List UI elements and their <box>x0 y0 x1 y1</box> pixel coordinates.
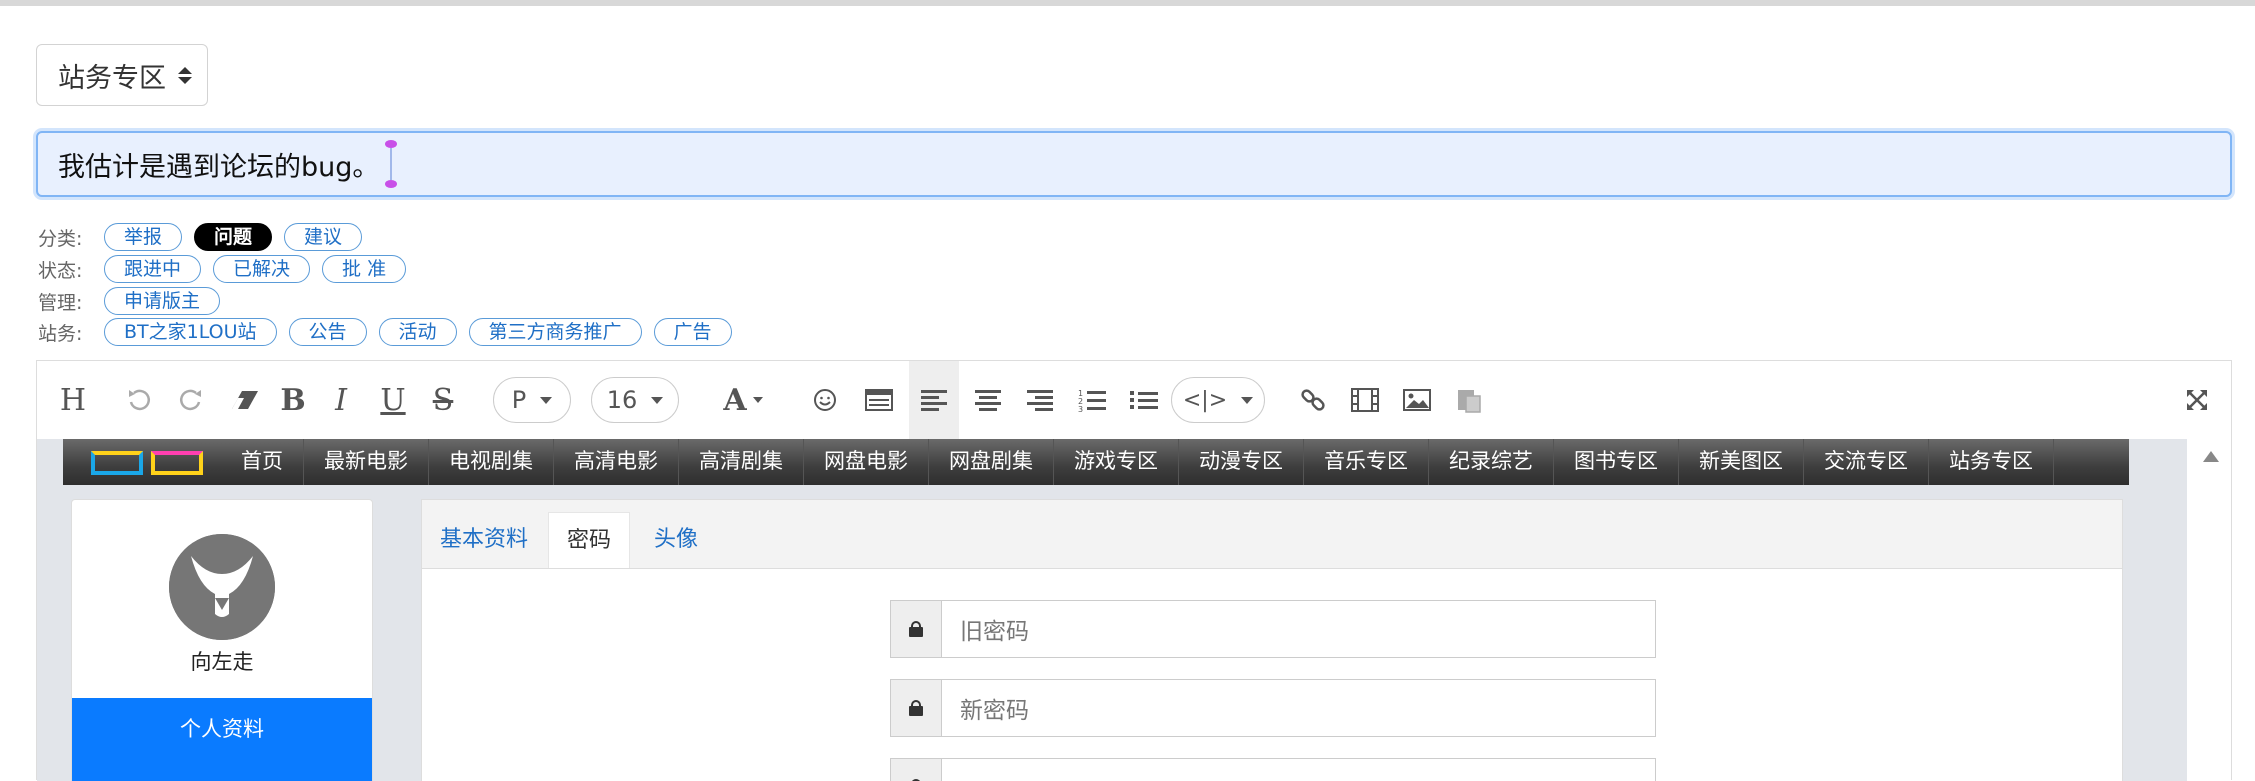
nav-item[interactable]: 高清剧集 <box>679 439 804 485</box>
fullscreen-icon[interactable] <box>2175 361 2219 439</box>
text-cursor-icon <box>385 140 399 188</box>
select-caret-icon <box>178 66 192 84</box>
account-tabs: 基本资料 密码 头像 <box>422 500 2122 569</box>
chevron-down-icon <box>1241 396 1254 404</box>
tag-button[interactable]: 广告 <box>653 318 732 346</box>
italic-icon[interactable]: I <box>321 361 361 439</box>
undo-icon[interactable] <box>117 361 161 439</box>
new-password-placeholder: 新密码 <box>960 698 1029 724</box>
forum-select-value: 站务专区 <box>58 62 166 94</box>
tag-button[interactable]: 申请版主 <box>104 287 221 315</box>
font-size-value: 16 <box>606 386 638 414</box>
lock-icon <box>891 601 942 657</box>
font-size-dropdown[interactable]: 16 <box>591 377 679 423</box>
tag-button[interactable]: BT之家1LOU站 <box>104 318 277 346</box>
old-password-placeholder: 旧密码 <box>960 619 1029 645</box>
nav-item[interactable]: 电视剧集 <box>429 439 554 485</box>
link-icon[interactable] <box>1291 361 1335 439</box>
chevron-down-icon <box>540 396 553 404</box>
scrollbar[interactable] <box>2187 439 2231 781</box>
image-icon[interactable] <box>1395 361 1439 439</box>
eraser-icon[interactable] <box>223 361 267 439</box>
tag-button[interactable]: 活动 <box>378 318 457 346</box>
paragraph-format-dropdown[interactable]: P <box>493 377 571 423</box>
code-label: <|> <box>1182 387 1228 413</box>
embedded-site-navbar: 首页 最新电影 电视剧集 高清电影 高清剧集 网盘电影 网盘剧集 游戏专区 动漫专区 音乐专区 纪录… <box>63 439 2129 485</box>
unordered-list-icon[interactable] <box>1119 361 1169 439</box>
nav-item[interactable]: 高清电影 <box>554 439 679 485</box>
emoji-icon[interactable] <box>805 361 845 439</box>
svg-text:3: 3 <box>1078 405 1083 412</box>
tag-group-label: 管理: <box>38 291 83 314</box>
tag-button[interactable]: 已解决 <box>213 255 311 283</box>
editor-toolbar: H B I U S P 16 A 1 2 3 <|> <box>37 361 2231 439</box>
nav-item[interactable]: 站务专区 <box>1929 439 2054 485</box>
tag-row: 管理: 申请版主 <box>38 286 232 316</box>
align-left-icon[interactable] <box>909 361 959 439</box>
tag-row: 站务: BT之家1LOU站 公告 活动 第三方商务推广 广告 <box>38 317 744 347</box>
tab-basic-info[interactable]: 基本资料 <box>422 512 546 568</box>
nav-item[interactable]: 游戏专区 <box>1054 439 1179 485</box>
tag-button[interactable]: 建议 <box>284 223 363 251</box>
account-panel: 基本资料 密码 头像 旧密码 新密码 <box>421 499 2123 781</box>
forum-select[interactable]: 站务专区 <box>36 44 208 106</box>
code-dropdown[interactable]: <|> <box>1171 377 1265 423</box>
lock-icon <box>891 680 942 736</box>
nav-item[interactable]: 网盘电影 <box>804 439 929 485</box>
new-password-field[interactable]: 新密码 <box>890 679 1656 737</box>
nav-item[interactable]: 网盘剧集 <box>929 439 1054 485</box>
profile-button[interactable]: 个人资料 <box>72 698 372 781</box>
user-sidebar: 向左走 个人资料 <box>71 499 373 781</box>
align-right-icon[interactable] <box>1015 361 1065 439</box>
tab-avatar[interactable]: 头像 <box>636 512 716 568</box>
tag-button[interactable]: 公告 <box>288 318 367 346</box>
site-logo <box>91 447 207 477</box>
paragraph-format-value: P <box>511 386 527 414</box>
tag-button[interactable]: 问题 <box>194 223 273 251</box>
tag-group-label: 状态: <box>38 259 83 282</box>
table-icon[interactable] <box>857 361 901 439</box>
bold-icon[interactable]: B <box>273 361 313 439</box>
subject-text: 我估计是遇到论坛的bug。 <box>58 151 380 183</box>
redo-icon[interactable] <box>169 361 213 439</box>
strikethrough-icon[interactable]: S <box>423 361 463 439</box>
tag-group-label: 站务: <box>38 322 83 345</box>
ordered-list-icon[interactable]: 123 <box>1067 361 1117 439</box>
nav-item[interactable]: 交流专区 <box>1804 439 1929 485</box>
nav-item[interactable]: 首页 <box>221 439 304 485</box>
font-color-icon[interactable]: A <box>715 361 771 439</box>
nav-item[interactable]: 最新电影 <box>304 439 429 485</box>
confirm-password-field[interactable] <box>890 758 1656 781</box>
video-icon[interactable] <box>1343 361 1387 439</box>
paste-icon[interactable] <box>1447 361 1491 439</box>
rich-text-editor[interactable]: H B I U S P 16 A 1 2 3 <|> 首页 最新电影 电视剧集 … <box>36 360 2232 781</box>
tag-group-label: 分类: <box>38 227 83 250</box>
lock-icon <box>891 759 942 781</box>
tab-password[interactable]: 密码 <box>548 512 631 568</box>
tag-button[interactable]: 批 准 <box>322 255 407 283</box>
nav-item[interactable]: 动漫专区 <box>1179 439 1304 485</box>
nav-item[interactable]: 图书专区 <box>1554 439 1679 485</box>
heading-icon[interactable]: H <box>51 361 95 439</box>
chevron-down-icon <box>651 396 664 404</box>
old-password-field[interactable]: 旧密码 <box>890 600 1656 658</box>
underline-icon[interactable]: U <box>373 361 413 439</box>
username: 向左走 <box>190 650 254 674</box>
editor-content-area[interactable]: 首页 最新电影 电视剧集 高清电影 高清剧集 网盘电影 网盘剧集 游戏专区 动漫专区 音乐专区 纪录… <box>37 439 2231 781</box>
nav-item[interactable]: 音乐专区 <box>1304 439 1429 485</box>
tag-button[interactable]: 第三方商务推广 <box>468 318 642 346</box>
avatar <box>169 534 275 640</box>
scroll-up-icon[interactable] <box>2203 451 2219 462</box>
tag-button[interactable]: 跟进中 <box>104 255 202 283</box>
nav-item[interactable]: 新美图区 <box>1679 439 1804 485</box>
tag-row: 状态: 跟进中 已解决批 准 <box>38 254 418 284</box>
tag-row: 分类: 举报 问题 建议 <box>38 222 374 252</box>
subject-input[interactable]: 我估计是遇到论坛的bug。 <box>36 131 2232 197</box>
top-border <box>0 0 2255 6</box>
align-center-icon[interactable] <box>963 361 1013 439</box>
tag-button[interactable]: 举报 <box>104 223 183 251</box>
nav-item[interactable]: 纪录综艺 <box>1429 439 1554 485</box>
